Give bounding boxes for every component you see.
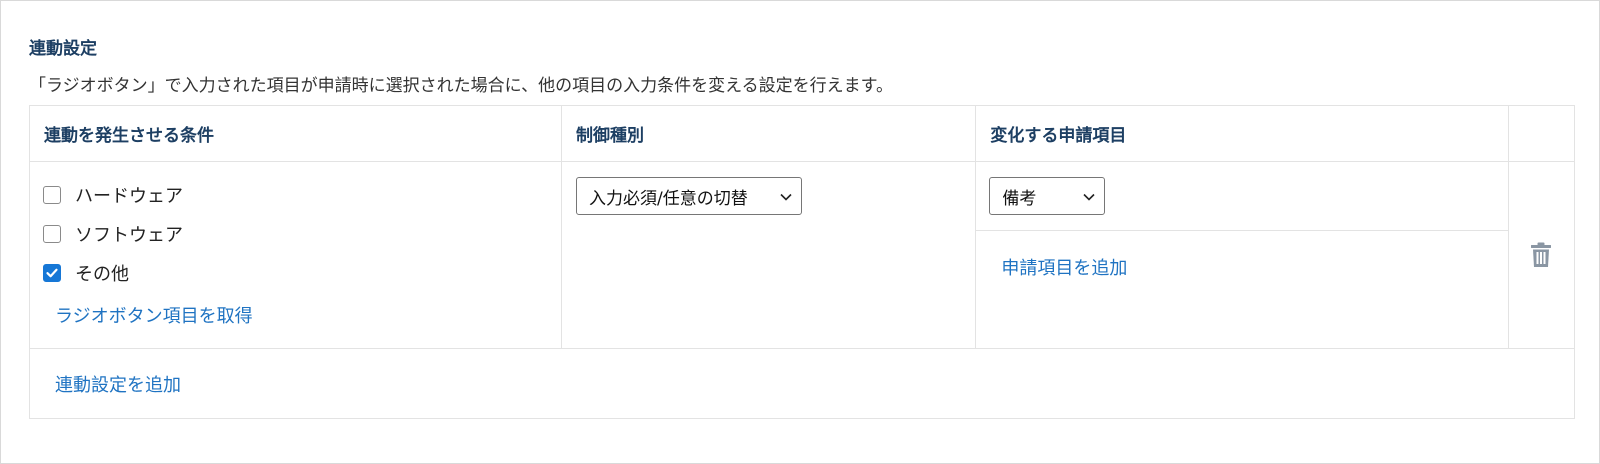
control-type-cell: 入力必須/任意の切替 bbox=[561, 161, 977, 349]
get-radio-items-link[interactable]: ラジオボタン項目を取得 bbox=[55, 302, 253, 328]
condition-option-software[interactable]: ソフトウェア bbox=[43, 221, 183, 247]
chevron-down-icon bbox=[1083, 193, 1095, 201]
control-type-select[interactable]: 入力必須/任意の切替 bbox=[576, 177, 803, 215]
condition-cell: ハードウェア ソフトウェア その他 ラジオボタン項目を取得 bbox=[28, 161, 563, 349]
header-control-type: 制御種別 bbox=[561, 105, 977, 162]
section-title: 連動設定 bbox=[29, 39, 97, 59]
header-actions bbox=[1508, 105, 1575, 162]
add-linkage-setting-link[interactable]: 連動設定を追加 bbox=[55, 371, 181, 397]
settings-panel: 連動設定 「ラジオボタン」で入力された項目が申請時に選択された場合に、他の項目の… bbox=[0, 0, 1600, 464]
trash-icon[interactable] bbox=[1530, 242, 1552, 268]
condition-label: ハードウェア bbox=[75, 186, 183, 207]
linkage-settings-table: 連動を発生させる条件 制御種別 変化する申請項目 ハードウェア ソフトウェア そ… bbox=[28, 105, 1575, 419]
changed-item-cell: 備考 申請項目を追加 bbox=[975, 161, 1510, 349]
delete-cell bbox=[1508, 161, 1575, 349]
checkbox-software[interactable] bbox=[43, 225, 61, 243]
condition-label: その他 bbox=[75, 264, 129, 285]
add-application-item-link[interactable]: 申請項目を追加 bbox=[1001, 254, 1127, 280]
add-item-row: 申請項目を追加 bbox=[976, 231, 1508, 348]
condition-option-other[interactable]: その他 bbox=[43, 260, 129, 286]
chevron-down-icon bbox=[780, 193, 792, 201]
changed-item-value: 備考 bbox=[1002, 188, 1037, 209]
condition-label: ソフトウェア bbox=[75, 225, 183, 246]
table-header-row: 連動を発生させる条件 制御種別 変化する申請項目 bbox=[28, 105, 1575, 162]
condition-option-hardware[interactable]: ハードウェア bbox=[43, 182, 183, 208]
checkbox-hardware[interactable] bbox=[43, 186, 61, 204]
section-description: 「ラジオボタン」で入力された項目が申請時に選択された場合に、他の項目の入力条件を… bbox=[29, 76, 893, 96]
control-type-value: 入力必須/任意の切替 bbox=[589, 188, 748, 209]
checkbox-other[interactable] bbox=[43, 264, 61, 282]
header-changed-item: 変化する申請項目 bbox=[975, 105, 1510, 162]
changed-item-row: 備考 bbox=[976, 162, 1509, 231]
checkmark-icon bbox=[46, 268, 58, 278]
table-row: ハードウェア ソフトウェア その他 ラジオボタン項目を取得 入力必須/任意の切替… bbox=[28, 161, 1575, 349]
add-setting-row: 連動設定を追加 bbox=[29, 348, 1575, 419]
changed-item-select[interactable]: 備考 bbox=[989, 177, 1106, 215]
header-condition: 連動を発生させる条件 bbox=[28, 105, 563, 162]
add-setting-cell: 連動設定を追加 bbox=[29, 348, 1575, 419]
